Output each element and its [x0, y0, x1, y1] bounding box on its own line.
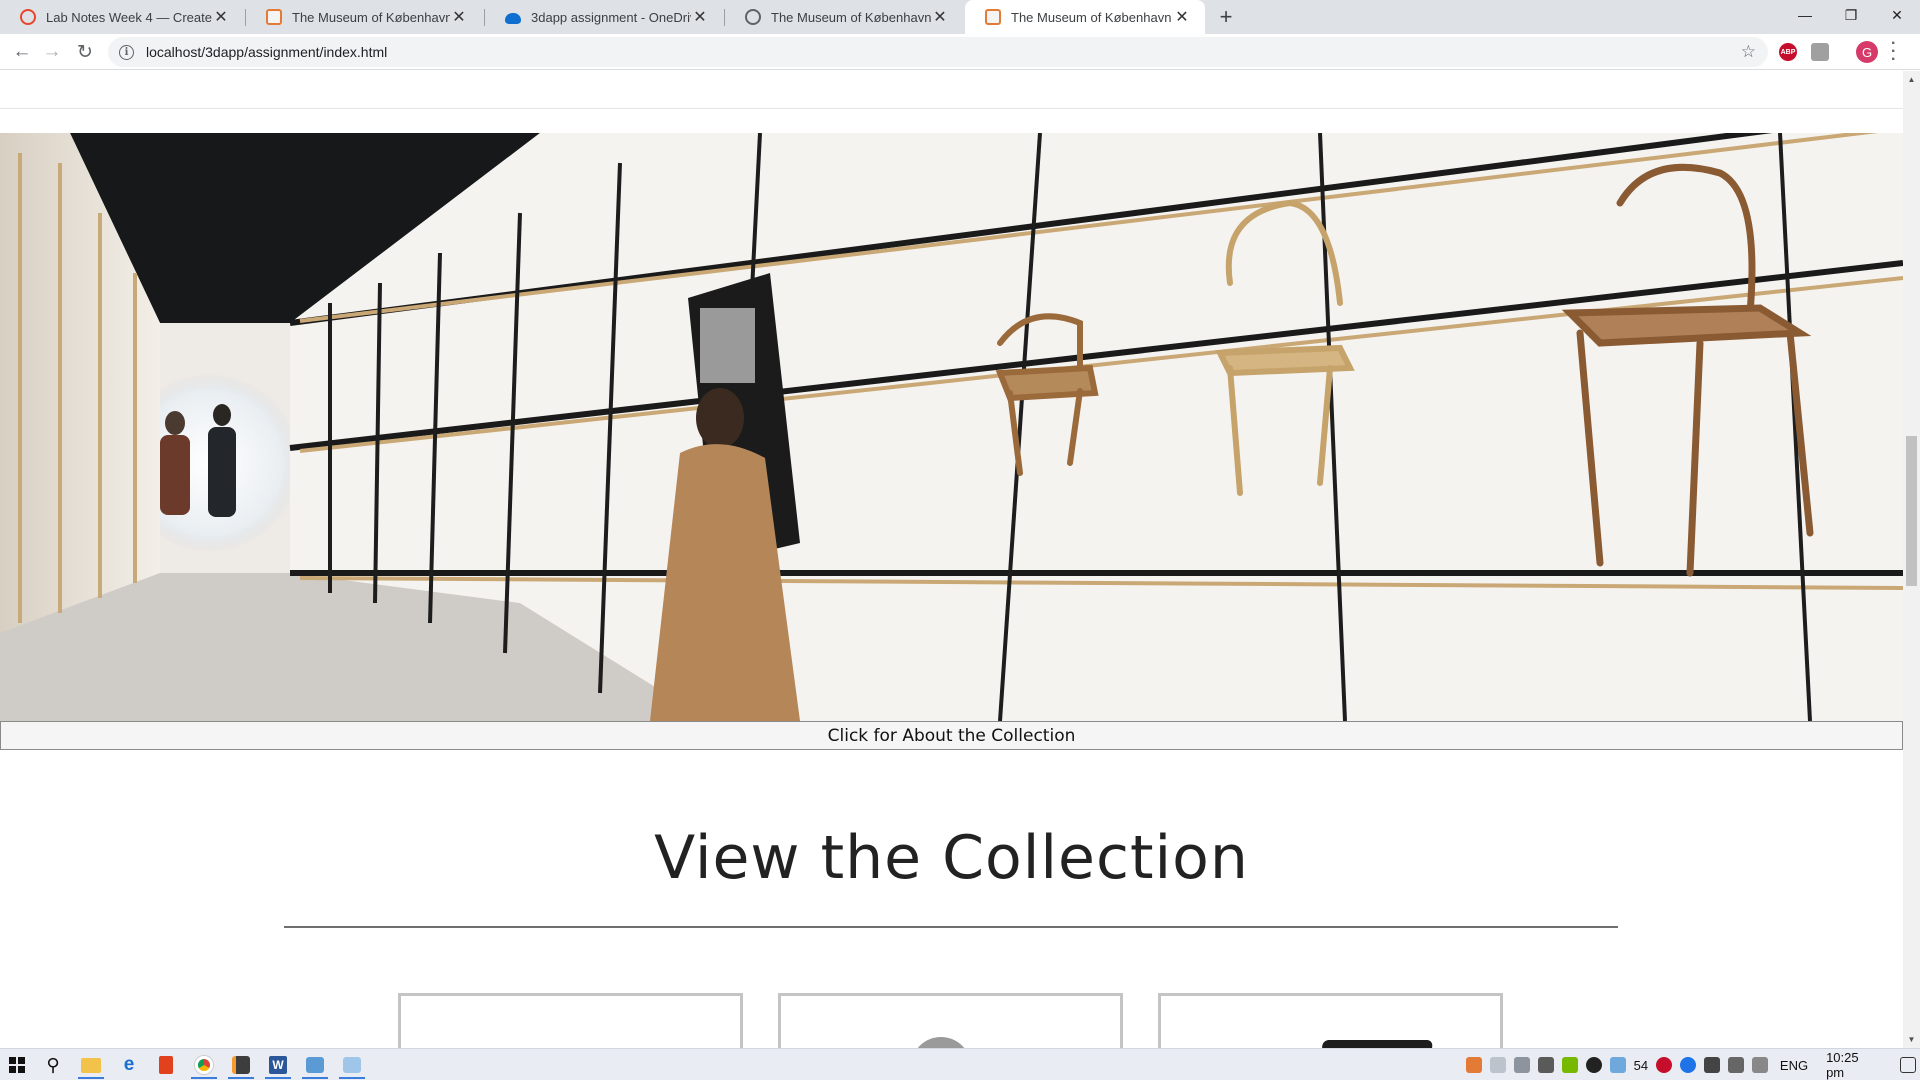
close-icon[interactable]: ✕	[1173, 8, 1191, 26]
wifi-icon[interactable]	[1728, 1057, 1744, 1073]
reload-button[interactable]: ↻	[71, 38, 99, 66]
collection-thumbnail	[1319, 1040, 1433, 1048]
restore-button[interactable]: ❐	[1828, 0, 1874, 30]
extension-icon[interactable]	[1811, 43, 1829, 61]
scroll-up-icon[interactable]: ▲	[1903, 71, 1920, 88]
profile-avatar[interactable]: G	[1856, 41, 1878, 63]
browser-toolbar: ← → ↻ i localhost/3dapp/assignment/index…	[0, 34, 1920, 70]
tab-title: The Museum of København	[292, 9, 450, 25]
volume-icon[interactable]	[1513, 1057, 1530, 1073]
close-icon[interactable]: ✕	[931, 8, 949, 26]
url-text[interactable]: localhost/3dapp/assignment/index.html	[146, 44, 1741, 60]
tab-strip: Lab Notes Week 4 — Create a ba ✕ The Mus…	[0, 0, 1920, 34]
nvidia-icon[interactable]	[1561, 1057, 1578, 1073]
page-viewport: Click for About the Collection View the …	[0, 71, 1903, 1048]
badge-count: 54	[1633, 1057, 1649, 1073]
steam-icon[interactable]	[1585, 1057, 1602, 1073]
collection-card-1[interactable]	[398, 993, 743, 1048]
divider	[0, 108, 1903, 109]
search-icon[interactable]: ⚲	[42, 1054, 64, 1076]
mute-icon[interactable]	[1751, 1057, 1768, 1073]
system-tray: 54 ENG 10:25 pm	[1462, 1049, 1920, 1081]
tab-title: The Museum of København	[771, 9, 931, 25]
hero-image	[0, 133, 1903, 721]
start-icon[interactable]	[6, 1054, 28, 1076]
museum-favicon	[985, 9, 1001, 25]
sublime-icon[interactable]	[230, 1054, 252, 1076]
forward-button[interactable]: →	[38, 38, 66, 66]
minimize-button[interactable]: —	[1782, 0, 1828, 30]
back-button[interactable]: ←	[8, 38, 36, 66]
network-tray-icon[interactable]	[1489, 1057, 1506, 1073]
globe-icon	[745, 9, 761, 25]
about-collection-button[interactable]: Click for About the Collection	[0, 721, 1903, 750]
close-icon[interactable]: ✕	[212, 8, 230, 26]
onedrive-icon	[505, 13, 521, 24]
tab-onedrive[interactable]: 3dapp assignment - OneDrive ✕	[485, 0, 723, 34]
clock[interactable]: 10:25 pm	[1826, 1050, 1880, 1080]
edge-icon[interactable]: e	[118, 1054, 140, 1076]
battery-icon[interactable]	[1704, 1057, 1720, 1073]
close-icon[interactable]: ✕	[450, 8, 468, 26]
lab-notes-icon	[20, 9, 36, 25]
museum-tray-icon[interactable]	[1466, 1057, 1482, 1073]
file-explorer-icon[interactable]	[80, 1054, 102, 1076]
chrome-icon[interactable]	[193, 1054, 215, 1076]
tab-title: The Museum of København	[1011, 9, 1172, 25]
new-tab-button[interactable]: +	[1213, 4, 1239, 30]
app-tray-icon[interactable]	[1609, 1057, 1626, 1073]
scroll-thumb[interactable]	[1906, 436, 1917, 586]
section-divider	[284, 926, 1618, 928]
collection-card-2[interactable]	[778, 993, 1123, 1048]
word-icon[interactable]: W	[267, 1054, 289, 1076]
page-scrollbar[interactable]: ▲ ▼	[1903, 71, 1920, 1048]
adblock-icon[interactable]: ABP	[1779, 43, 1797, 61]
collection-thumbnail	[911, 1037, 971, 1048]
address-bar[interactable]: i localhost/3dapp/assignment/index.html …	[108, 37, 1768, 67]
alert-icon[interactable]	[1656, 1057, 1673, 1073]
office-icon[interactable]	[155, 1054, 177, 1076]
tab-lab-notes[interactable]: Lab Notes Week 4 — Create a ba ✕	[0, 0, 244, 34]
bookmark-star-icon[interactable]: ☆	[1741, 42, 1756, 62]
tab-title: Lab Notes Week 4 — Create a ba	[46, 9, 212, 25]
paint-icon[interactable]	[304, 1054, 326, 1076]
notifications-icon[interactable]	[1900, 1057, 1917, 1073]
menu-icon[interactable]: · · ·	[1891, 36, 1896, 68]
hardware-icon[interactable]	[1537, 1057, 1554, 1073]
section-title: View the Collection	[654, 823, 1249, 893]
tab-museum-1[interactable]: The Museum of København ✕	[246, 0, 482, 34]
info-icon[interactable]: i	[119, 44, 134, 60]
tab-museum-2[interactable]: The Museum of København ✕	[725, 0, 963, 34]
close-icon[interactable]: ✕	[691, 8, 709, 26]
bluetooth-icon[interactable]	[1680, 1057, 1697, 1073]
app-icon[interactable]	[341, 1054, 363, 1076]
scroll-down-icon[interactable]: ▼	[1903, 1031, 1920, 1048]
language-indicator[interactable]: ENG	[1780, 1058, 1808, 1073]
tab-museum-active[interactable]: The Museum of København ✕	[965, 0, 1205, 34]
collection-card-3[interactable]	[1158, 993, 1503, 1048]
tab-title: 3dapp assignment - OneDrive	[531, 9, 691, 25]
museum-favicon	[266, 9, 282, 25]
windows-taskbar: ⚲ e W 54 ENG 10:25 pm	[0, 1048, 1920, 1080]
close-window-button[interactable]: ✕	[1874, 0, 1920, 30]
